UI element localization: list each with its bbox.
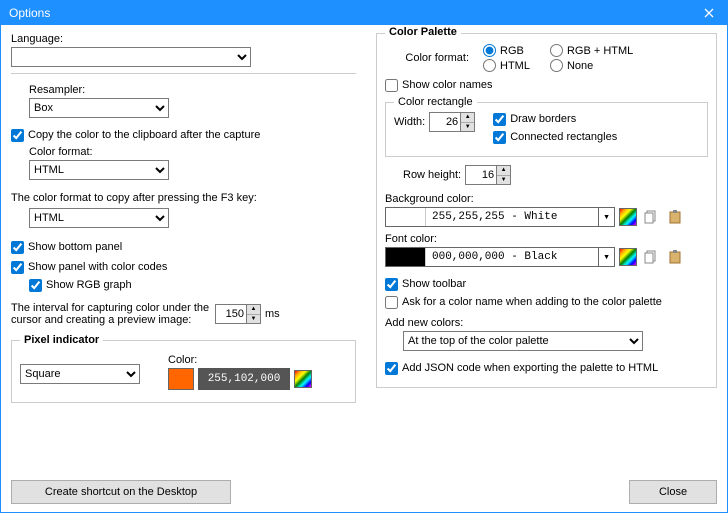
color-picker-icon[interactable] bbox=[619, 248, 637, 266]
bg-value: 255,255,255 - White bbox=[426, 211, 598, 223]
language-label: Language: bbox=[11, 33, 356, 45]
show-color-names-label: Show color names bbox=[402, 79, 493, 91]
width-spinner[interactable]: ▲▼ bbox=[429, 112, 475, 132]
f3-text: The color format to copy after pressing … bbox=[11, 192, 356, 204]
titlebar: Options bbox=[1, 1, 727, 25]
close-button[interactable]: Close bbox=[629, 480, 717, 504]
window-title: Options bbox=[9, 6, 50, 20]
copy-icon[interactable] bbox=[641, 247, 661, 267]
paste-icon[interactable] bbox=[665, 207, 685, 227]
spin-down-icon[interactable]: ▼ bbox=[497, 176, 510, 185]
font-color-field[interactable]: 000,000,000 - Black ▾ bbox=[385, 247, 615, 267]
pi-color-value: 255,102,000 bbox=[198, 368, 290, 390]
add-json-checkbox[interactable] bbox=[385, 362, 398, 375]
ask-name-checkbox[interactable] bbox=[385, 296, 398, 309]
show-rgb-graph-label: Show RGB graph bbox=[46, 279, 132, 291]
pi-color-swatch bbox=[168, 368, 194, 390]
interval-label: The interval for capturing color under t… bbox=[11, 302, 211, 326]
resampler-label: Resampler: bbox=[29, 84, 356, 96]
spin-down-icon[interactable]: ▼ bbox=[247, 315, 260, 324]
f3-format-select[interactable]: HTML bbox=[29, 208, 169, 228]
font-color-label: Font color: bbox=[385, 233, 708, 245]
show-bottom-panel-label: Show bottom panel bbox=[28, 241, 122, 253]
dropdown-icon[interactable]: ▾ bbox=[598, 208, 614, 226]
copy-clipboard-label: Copy the color to the clipboard after th… bbox=[28, 129, 260, 141]
create-shortcut-button[interactable]: Create shortcut on the Desktop bbox=[11, 480, 231, 504]
width-label: Width: bbox=[394, 116, 425, 128]
show-rgb-graph-checkbox[interactable] bbox=[29, 279, 42, 292]
connected-rects-checkbox[interactable] bbox=[493, 131, 506, 144]
language-select[interactable] bbox=[11, 47, 251, 67]
radio-rgb[interactable] bbox=[483, 44, 496, 57]
spin-down-icon[interactable]: ▼ bbox=[461, 123, 474, 132]
paste-icon[interactable] bbox=[665, 247, 685, 267]
close-icon[interactable] bbox=[691, 1, 727, 25]
rect-title: Color rectangle bbox=[394, 96, 477, 108]
radio-none[interactable] bbox=[550, 59, 563, 72]
copy-clipboard-checkbox[interactable] bbox=[11, 129, 24, 142]
show-toolbar-checkbox[interactable] bbox=[385, 278, 398, 291]
interval-spinner[interactable]: ▲▼ bbox=[215, 304, 261, 324]
font-swatch bbox=[386, 248, 426, 266]
color-picker-icon[interactable] bbox=[294, 370, 312, 388]
cf-label: Color format: bbox=[385, 52, 469, 64]
copy-icon[interactable] bbox=[641, 207, 661, 227]
pixel-indicator-title: Pixel indicator bbox=[24, 334, 99, 346]
row-height-input[interactable] bbox=[465, 165, 497, 185]
bg-color-label: Background color: bbox=[385, 193, 708, 205]
row-height-spinner[interactable]: ▲▼ bbox=[465, 165, 511, 185]
show-panel-codes-label: Show panel with color codes bbox=[28, 261, 167, 273]
draw-borders-checkbox[interactable] bbox=[493, 113, 506, 126]
show-color-names-checkbox[interactable] bbox=[385, 79, 398, 92]
palette-title: Color Palette bbox=[385, 26, 461, 38]
bg-color-field[interactable]: 255,255,255 - White ▾ bbox=[385, 207, 615, 227]
row-height-label: Row height: bbox=[403, 169, 461, 181]
spin-up-icon[interactable]: ▲ bbox=[461, 113, 474, 123]
color-format-select[interactable]: HTML bbox=[29, 160, 169, 180]
spin-up-icon[interactable]: ▲ bbox=[497, 166, 510, 176]
dropdown-icon[interactable]: ▾ bbox=[598, 248, 614, 266]
color-format-label: Color format: bbox=[29, 146, 356, 158]
radio-html[interactable] bbox=[483, 59, 496, 72]
spin-up-icon[interactable]: ▲ bbox=[247, 305, 260, 315]
pixel-shape-select[interactable]: Square bbox=[20, 364, 140, 384]
interval-unit: ms bbox=[265, 308, 280, 320]
resampler-select[interactable]: Box bbox=[29, 98, 169, 118]
interval-input[interactable] bbox=[215, 304, 247, 324]
bg-swatch bbox=[386, 208, 426, 226]
radio-rgb-html[interactable] bbox=[550, 44, 563, 57]
add-new-select[interactable]: At the top of the color palette bbox=[403, 331, 643, 351]
add-new-label: Add new colors: bbox=[385, 317, 708, 329]
show-bottom-panel-checkbox[interactable] bbox=[11, 241, 24, 254]
color-picker-icon[interactable] bbox=[619, 208, 637, 226]
show-panel-codes-checkbox[interactable] bbox=[11, 261, 24, 274]
width-input[interactable] bbox=[429, 112, 461, 132]
pi-color-label: Color: bbox=[168, 354, 312, 366]
font-value: 000,000,000 - Black bbox=[426, 251, 598, 263]
